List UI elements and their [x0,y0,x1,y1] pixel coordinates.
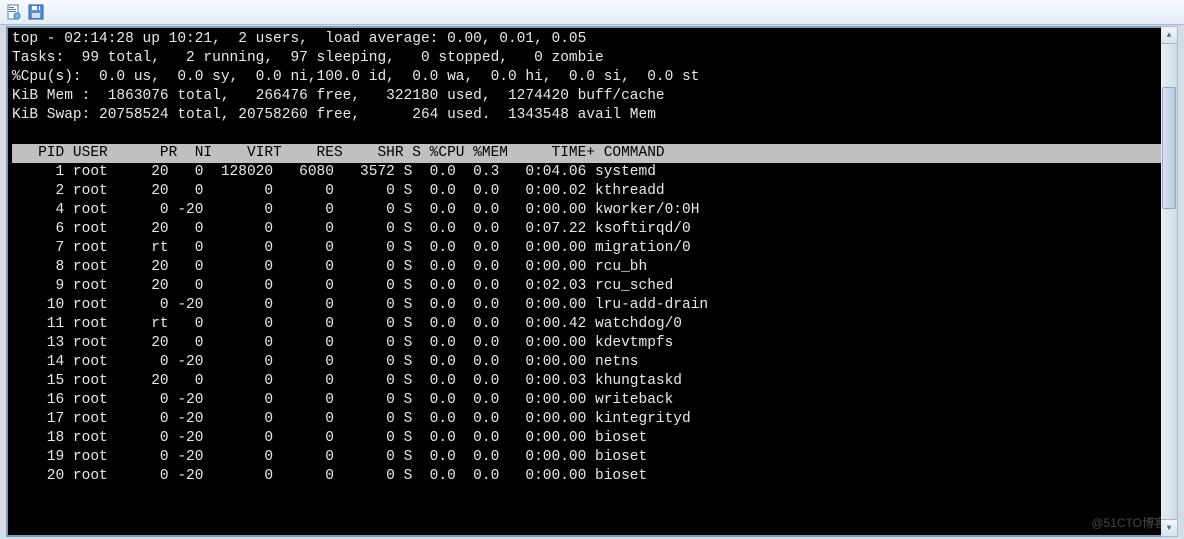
process-row: 6 root 20 0 0 0 0 S 0.0 0.0 0:07.22 ksof… [12,221,691,237]
process-row: 1 root 20 0 128020 6080 3572 S 0.0 0.3 0… [12,164,656,180]
process-row: 2 root 20 0 0 0 0 S 0.0 0.0 0:00.02 kthr… [12,183,665,199]
process-header-row: PID USER PR NI VIRT RES SHR S %CPU %MEM … [12,144,1172,163]
process-row: 14 root 0 -20 0 0 0 S 0.0 0.0 0:00.00 ne… [12,354,639,370]
top-summary-line-4: KiB Mem : 1863076 total, 266476 free, 32… [12,88,665,104]
process-row: 20 root 0 -20 0 0 0 S 0.0 0.0 0:00.00 bi… [12,468,647,484]
process-row: 18 root 0 -20 0 0 0 S 0.0 0.0 0:00.00 bi… [12,430,647,446]
top-summary-line-1: top - 02:14:28 up 10:21, 2 users, load a… [12,31,586,47]
scroll-up-button[interactable]: ▲ [1161,27,1177,44]
process-row: 4 root 0 -20 0 0 0 S 0.0 0.0 0:00.00 kwo… [12,202,699,218]
top-summary-line-2: Tasks: 99 total, 2 running, 97 sleeping,… [12,50,604,66]
watermark-text: @51CTO博客 [1091,514,1166,533]
scroll-thumb[interactable] [1162,87,1176,209]
process-row: 8 root 20 0 0 0 0 S 0.0 0.0 0:00.00 rcu_… [12,259,647,275]
top-summary-line-5: KiB Swap: 20758524 total, 20758260 free,… [12,107,656,123]
top-summary-line-3: %Cpu(s): 0.0 us, 0.0 sy, 0.0 ni,100.0 id… [12,69,699,85]
process-row: 11 root rt 0 0 0 0 S 0.0 0.0 0:00.42 wat… [12,316,682,332]
process-row: 7 root rt 0 0 0 0 S 0.0 0.0 0:00.00 migr… [12,240,691,256]
app-toolbar [0,0,1184,25]
process-row: 9 root 20 0 0 0 0 S 0.0 0.0 0:02.03 rcu_… [12,278,673,294]
terminal-area[interactable]: top - 02:14:28 up 10:21, 2 users, load a… [6,26,1178,537]
save-icon[interactable] [28,4,44,20]
process-row: 13 root 20 0 0 0 0 S 0.0 0.0 0:00.00 kde… [12,335,673,351]
process-row: 15 root 20 0 0 0 0 S 0.0 0.0 0:00.03 khu… [12,373,682,389]
process-row: 19 root 0 -20 0 0 0 S 0.0 0.0 0:00.00 bi… [12,449,647,465]
process-row: 17 root 0 -20 0 0 0 S 0.0 0.0 0:00.00 ki… [12,411,691,427]
new-doc-icon[interactable] [6,4,22,20]
vertical-scrollbar[interactable]: ▲ ▼ [1161,26,1178,537]
process-row: 16 root 0 -20 0 0 0 S 0.0 0.0 0:00.00 wr… [12,392,673,408]
process-row: 10 root 0 -20 0 0 0 S 0.0 0.0 0:00.00 lr… [12,297,708,313]
